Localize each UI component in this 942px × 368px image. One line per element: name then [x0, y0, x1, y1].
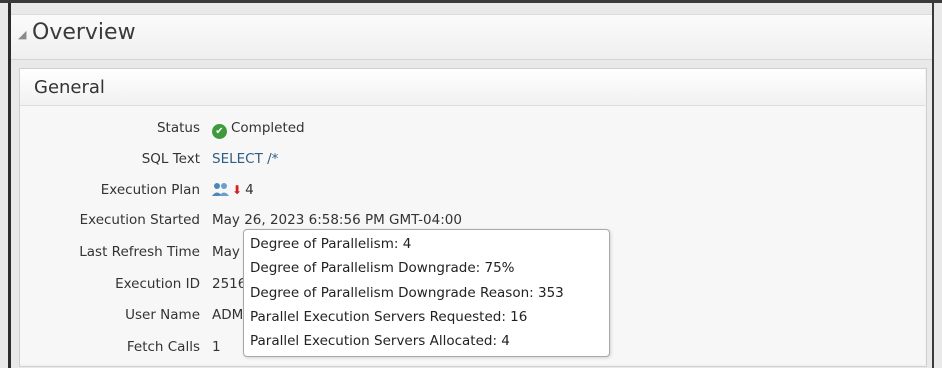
- tooltip-line-dop: Degree of Parallelism: 4: [250, 236, 412, 252]
- parallel-users-icon: [212, 182, 230, 200]
- status-value: ✔ Completed: [212, 120, 305, 139]
- execution-plan-value[interactable]: ⬇ 4: [212, 182, 254, 200]
- overview-section-header[interactable]: [11, 14, 932, 60]
- window-right-border: [932, 3, 934, 368]
- collapse-triangle-icon[interactable]: ◢: [18, 28, 26, 41]
- tooltip-line-servers-allocated: Parallel Execution Servers Allocated: 4: [250, 333, 510, 349]
- window-top-border: [0, 0, 942, 3]
- fetch-calls-value: 1: [212, 339, 221, 355]
- tooltip-line-servers-requested: Parallel Execution Servers Requested: 16: [250, 309, 528, 325]
- execution-id-label: Execution ID: [115, 276, 200, 292]
- last-refresh-time-label: Last Refresh Time: [79, 244, 200, 260]
- execution-started-label: Execution Started: [79, 212, 200, 228]
- parallelism-tooltip: Degree of Parallelism: 4 Degree of Paral…: [243, 229, 610, 357]
- user-name-label: User Name: [125, 307, 200, 323]
- status-label: Status: [156, 120, 200, 136]
- overview-title: Overview: [32, 20, 136, 45]
- last-refresh-time-value: May: [212, 244, 240, 260]
- down-arrow-icon: ⬇: [232, 183, 243, 197]
- general-title: General: [34, 77, 105, 98]
- execution-started-value: May 26, 2023 6:58:56 PM GMT-04:00: [212, 212, 462, 228]
- execution-plan-label: Execution Plan: [100, 182, 200, 198]
- sql-text-label: SQL Text: [141, 151, 200, 167]
- fetch-calls-label: Fetch Calls: [126, 339, 200, 355]
- check-circle-icon: ✔: [212, 124, 227, 139]
- sql-text-link[interactable]: SELECT /*: [212, 151, 278, 167]
- execution-id-value: 2516: [212, 276, 247, 292]
- tooltip-line-dop-downgrade-reason: Degree of Parallelism Downgrade Reason: …: [250, 285, 564, 301]
- tooltip-line-dop-downgrade: Degree of Parallelism Downgrade: 75%: [250, 260, 515, 276]
- user-name-value: ADM: [212, 307, 244, 323]
- general-header: [20, 69, 925, 106]
